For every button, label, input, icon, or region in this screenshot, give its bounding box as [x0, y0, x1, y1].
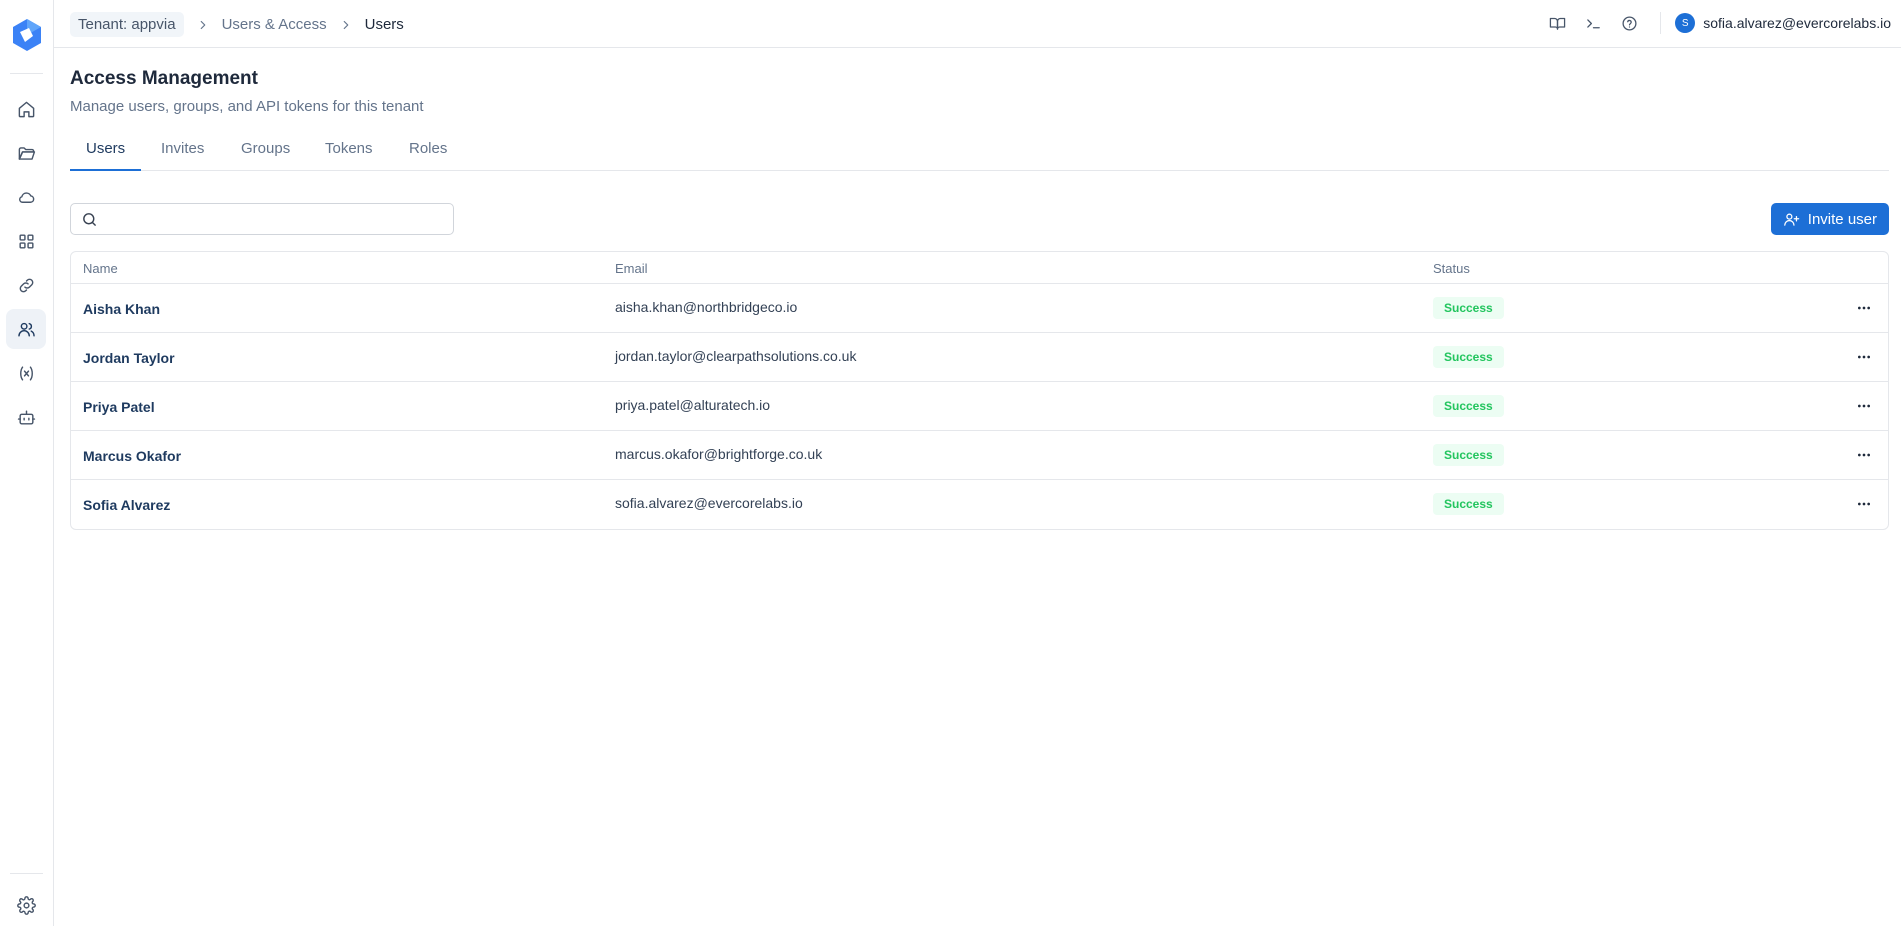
tab-tokens[interactable]: Tokens: [309, 138, 389, 171]
user-email-cell: jordan.taylor@clearpathsolutions.co.uk: [615, 348, 857, 364]
sidebar-item-assistant[interactable]: [6, 397, 46, 437]
breadcrumb-current: Users: [364, 16, 404, 33]
sidebar-item-integrations[interactable]: [6, 265, 46, 305]
book-icon[interactable]: [1546, 12, 1568, 34]
top-bar: Tenant: appvia Users & Access Users S so…: [54, 0, 1901, 48]
link-icon: [19, 278, 33, 292]
sidebar-item-home[interactable]: [6, 89, 46, 129]
sidebar-item-catalog[interactable]: [6, 221, 46, 261]
home-icon: [18, 101, 34, 117]
column-header-name[interactable]: Name: [83, 261, 118, 276]
tab-bar: Users Invites Groups Tokens Roles: [70, 138, 1889, 171]
tab-groups[interactable]: Groups: [225, 138, 306, 171]
table-row[interactable]: Priya Patel priya.patel@alturatech.io Su…: [71, 382, 1888, 431]
user-email: sofia.alvarez@evercorelabs.io: [1703, 15, 1891, 31]
terminal-icon[interactable]: [1582, 12, 1604, 34]
table-row[interactable]: Aisha Khan aisha.khan@northbridgeco.io S…: [71, 284, 1888, 333]
logo-icon: [13, 19, 41, 51]
more-actions-icon[interactable]: [1854, 396, 1874, 416]
column-header-email[interactable]: Email: [615, 261, 648, 276]
grid-icon: [18, 233, 34, 249]
status-badge: Success: [1433, 297, 1504, 319]
help-icon[interactable]: [1618, 12, 1640, 34]
invite-user-label: Invite user: [1807, 210, 1877, 228]
user-email-cell: sofia.alvarez@evercorelabs.io: [615, 495, 803, 511]
table-row[interactable]: Jordan Taylor jordan.taylor@clearpathsol…: [71, 333, 1888, 382]
user-name[interactable]: Jordan Taylor: [83, 350, 175, 366]
breadcrumb: Tenant: appvia Users & Access Users: [70, 12, 404, 37]
tab-users[interactable]: Users: [70, 138, 142, 171]
status-badge: Success: [1433, 493, 1504, 515]
table-row[interactable]: Sofia Alvarez sofia.alvarez@evercorelabs…: [71, 480, 1888, 529]
breadcrumb-users-access[interactable]: Users & Access: [222, 16, 327, 33]
user-name[interactable]: Priya Patel: [83, 399, 155, 415]
app-logo[interactable]: [10, 18, 44, 52]
user-name[interactable]: Sofia Alvarez: [83, 497, 170, 513]
table-header: Name Email Status: [71, 252, 1888, 284]
user-name[interactable]: Marcus Okafor: [83, 448, 181, 464]
sidebar-item-settings[interactable]: [6, 885, 46, 925]
more-actions-icon[interactable]: [1854, 494, 1874, 514]
users-icon: [17, 322, 35, 337]
page-subtitle: Manage users, groups, and API tokens for…: [70, 98, 424, 115]
invite-user-button[interactable]: Invite user: [1770, 203, 1889, 235]
sidebar-item-variables[interactable]: [6, 353, 46, 393]
sidebar-item-projects[interactable]: [6, 133, 46, 173]
sidebar: [0, 0, 54, 926]
sidebar-divider: [10, 73, 43, 74]
more-actions-icon[interactable]: [1854, 298, 1874, 318]
variable-icon: [19, 365, 33, 381]
user-menu[interactable]: S sofia.alvarez@evercorelabs.io: [1675, 13, 1891, 33]
users-table: Name Email Status Aisha Khan aisha.khan@…: [70, 251, 1889, 530]
status-badge: Success: [1433, 444, 1504, 466]
user-name[interactable]: Aisha Khan: [83, 301, 160, 317]
status-badge: Success: [1433, 395, 1504, 417]
gear-icon: [16, 895, 36, 915]
folder-icon: [18, 146, 35, 160]
status-badge: Success: [1433, 346, 1504, 368]
top-actions: S sofia.alvarez@evercorelabs.io: [1532, 12, 1891, 34]
user-email-cell: aisha.khan@northbridgeco.io: [615, 299, 798, 315]
sidebar-item-users[interactable]: [6, 309, 46, 349]
more-actions-icon[interactable]: [1854, 445, 1874, 465]
avatar: S: [1675, 13, 1696, 33]
chevron-right-icon: [339, 18, 353, 32]
header-divider: [1660, 12, 1662, 34]
more-actions-icon[interactable]: [1854, 347, 1874, 367]
page-title: Access Management: [70, 68, 258, 89]
chevron-right-icon: [196, 18, 210, 32]
sidebar-divider-bottom: [10, 873, 43, 874]
column-header-status[interactable]: Status: [1433, 261, 1470, 276]
tab-roles[interactable]: Roles: [393, 138, 463, 171]
breadcrumb-tenant[interactable]: Tenant: appvia: [70, 12, 184, 37]
user-plus-icon: [1783, 213, 1800, 226]
sidebar-item-cloud[interactable]: [6, 177, 46, 217]
search-icon: [83, 213, 96, 226]
bot-icon: [17, 409, 35, 425]
table-row[interactable]: Marcus Okafor marcus.okafor@brightforge.…: [71, 431, 1888, 480]
user-email-cell: priya.patel@alturatech.io: [615, 397, 771, 413]
search-input[interactable]: [105, 208, 445, 230]
search-box: [70, 203, 454, 235]
cloud-icon: [18, 191, 34, 203]
user-email-cell: marcus.okafor@brightforge.co.uk: [615, 446, 823, 462]
tab-invites[interactable]: Invites: [145, 138, 220, 171]
